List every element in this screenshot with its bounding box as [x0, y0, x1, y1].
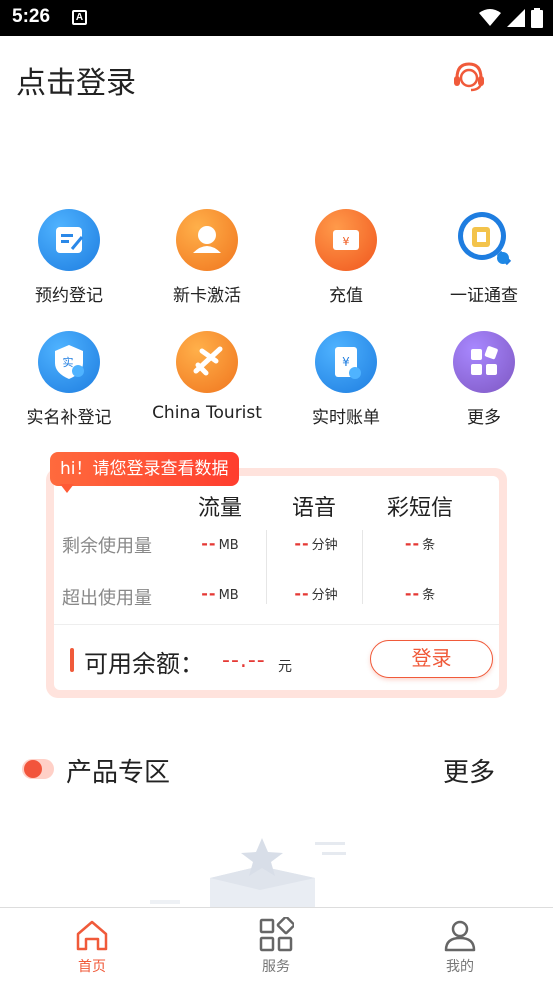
svg-text:¥: ¥ [343, 235, 350, 248]
unit: MB [218, 588, 239, 603]
banner-tail [60, 484, 74, 493]
id-search-icon [453, 209, 515, 271]
row-exceeded-label: 超出使用量 [62, 588, 152, 609]
balance-label: 可用余额： [84, 650, 204, 678]
row-remaining-label: 剩余使用量 [62, 536, 152, 557]
service-realtime-bill[interactable]: ¥ 实时账单 [277, 327, 415, 439]
balance-unit: 元 [278, 659, 292, 675]
shield-check-icon: 实 [38, 331, 100, 393]
svg-text:实: 实 [63, 355, 74, 369]
status-bar: 5:26 A [0, 0, 553, 36]
more-apps-icon [453, 331, 515, 393]
service-label: 实时账单 [312, 408, 380, 428]
bottom-nav: 首页 服务 我的 [0, 907, 553, 983]
airplane-icon [176, 331, 238, 393]
unit: MB [218, 538, 239, 553]
nav-label: 我的 [446, 959, 474, 975]
balance-marker [70, 648, 74, 672]
nav-label: 服务 [262, 959, 290, 975]
service-id-check[interactable]: 一证通查 [415, 205, 553, 317]
service-card-activation[interactable]: 新卡激活 [138, 205, 276, 317]
column-data: 流量 [197, 496, 242, 521]
service-row: 预约登记 新卡激活 ¥ 充值 一证通查 [0, 205, 553, 317]
service-label: 预约登记 [35, 286, 103, 306]
remaining-voice: -- 分钟 [268, 534, 364, 553]
profile-icon [444, 920, 476, 952]
value: -- [404, 534, 421, 553]
value: -- [294, 584, 310, 603]
product-more-link[interactable]: 更多 [443, 752, 495, 789]
exceeded-sms: -- 条 [372, 584, 468, 603]
marker-knob [24, 760, 42, 778]
form-icon [38, 209, 100, 271]
service-china-tourist[interactable]: China Tourist [138, 327, 276, 439]
status-time: 5:26 [12, 6, 51, 27]
unit: 分钟 [311, 588, 338, 603]
signal-icon [507, 9, 525, 27]
unit: 条 [422, 588, 436, 603]
column-voice: 语音 [291, 496, 336, 521]
remaining-sms: -- 条 [372, 534, 468, 553]
product-section-title: 产品专区 [66, 758, 171, 788]
value: -- [201, 584, 217, 603]
exceeded-voice: -- 分钟 [268, 584, 364, 603]
empty-box-illustration [150, 838, 346, 908]
service-row: 实 实名补登记 China Tourist ¥ 实时账单 更多 [0, 327, 553, 439]
unit: 分钟 [311, 538, 338, 553]
home-icon [76, 920, 108, 951]
card-divider [54, 624, 499, 625]
service-appointment[interactable]: 预约登记 [0, 205, 138, 317]
value: -- [294, 534, 310, 553]
balance-amount: --.-- [222, 648, 266, 673]
service-realname[interactable]: 实 实名补登记 [0, 327, 138, 439]
service-label: 更多 [467, 408, 501, 428]
service-label: 一证通查 [450, 286, 518, 306]
svg-text:¥: ¥ [342, 355, 350, 369]
product-section-marker [22, 759, 54, 779]
login-prompt[interactable]: 点击登录 [16, 58, 136, 102]
service-label: 实名补登记 [26, 408, 112, 428]
bill-icon: ¥ [315, 331, 377, 393]
header: 点击登录 [0, 36, 553, 116]
remaining-data: -- MB [172, 534, 268, 553]
value: -- [201, 534, 217, 553]
nav-label: 首页 [78, 959, 106, 975]
login-hint-banner[interactable]: hi！请您登录查看数据 [50, 452, 239, 486]
notification-icon: A [72, 10, 87, 25]
column-sms: 彩短信 [386, 496, 453, 521]
battery-icon [531, 8, 543, 28]
service-label: China Tourist [152, 403, 262, 423]
status-icons [479, 8, 543, 28]
user-icon [176, 209, 238, 271]
value: -- [404, 584, 421, 603]
wallet-icon: ¥ [315, 209, 377, 271]
login-button[interactable]: 登录 [370, 640, 493, 678]
headset-icon[interactable] [449, 56, 489, 96]
wifi-icon [479, 9, 501, 26]
grid-icon [259, 917, 294, 952]
service-more[interactable]: 更多 [415, 327, 553, 439]
exceeded-data: -- MB [172, 584, 268, 603]
service-label: 新卡激活 [173, 286, 241, 306]
unit: 条 [422, 538, 436, 553]
nav-profile[interactable]: 我的 [368, 908, 552, 983]
nav-services[interactable]: 服务 [184, 908, 368, 983]
service-recharge[interactable]: ¥ 充值 [277, 205, 415, 317]
nav-home[interactable]: 首页 [0, 908, 184, 983]
service-label: 充值 [329, 286, 363, 306]
